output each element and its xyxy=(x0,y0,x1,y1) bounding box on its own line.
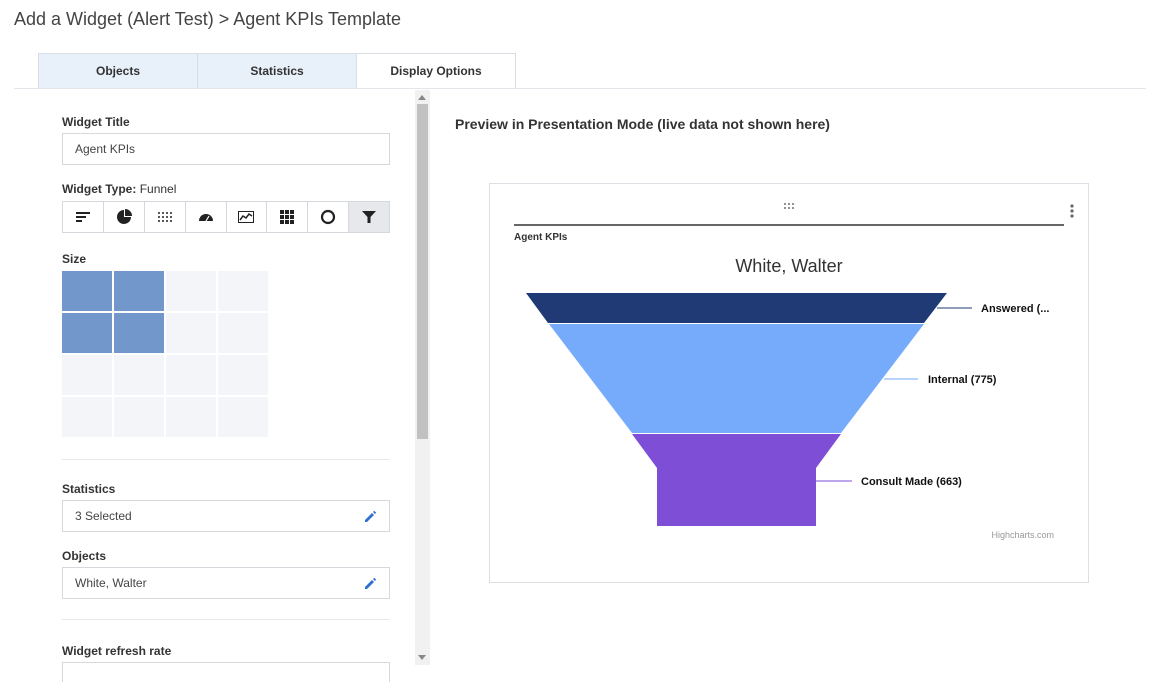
size-cell[interactable] xyxy=(218,313,268,353)
list-icon xyxy=(75,212,90,222)
pie-chart-icon xyxy=(116,209,132,224)
preview-heading: Preview in Presentation Mode (live data … xyxy=(455,116,830,132)
objects-value: White, Walter xyxy=(75,576,147,590)
size-cell[interactable] xyxy=(166,271,216,311)
statistics-label: Statistics xyxy=(62,482,116,496)
scroll-up-icon[interactable] xyxy=(418,95,426,100)
refresh-rate-field[interactable] xyxy=(62,662,390,682)
widget-type-label: Widget Type: Funnel xyxy=(62,182,176,196)
type-funnel-button[interactable] xyxy=(349,202,389,232)
size-cell[interactable] xyxy=(218,397,268,437)
funnel-chart: Agent KPIs White, Walter Answered (... In… xyxy=(514,202,1074,540)
chart-title: White, Walter xyxy=(735,256,842,276)
widget-preview-card: Agent KPIs White, Walter Answered (... In… xyxy=(489,183,1089,583)
funnel-data-label: Consult Made (663) xyxy=(861,476,962,488)
widget-type-label-text: Widget Type: xyxy=(62,182,137,196)
size-cell[interactable] xyxy=(62,313,112,353)
size-cell[interactable] xyxy=(62,271,112,311)
type-donut-button[interactable] xyxy=(308,202,350,232)
size-cell[interactable] xyxy=(218,355,268,395)
gauge-icon xyxy=(198,214,213,222)
donut-icon xyxy=(321,209,336,225)
chart-credit: Highcharts.com xyxy=(991,530,1054,540)
type-line-button[interactable] xyxy=(226,202,268,232)
size-cell[interactable] xyxy=(166,355,216,395)
size-cell[interactable] xyxy=(114,313,164,353)
widget-title-value: Agent KPIs xyxy=(75,142,136,156)
size-cell[interactable] xyxy=(62,355,112,395)
type-gauge-button[interactable] xyxy=(185,202,227,232)
widget-title-label: Widget Title xyxy=(62,115,130,129)
tab-bar: Objects Statistics Display Options xyxy=(38,53,516,88)
tab-objects[interactable]: Objects xyxy=(38,53,198,88)
funnel-data-label: Answered (... xyxy=(981,303,1049,315)
type-list-button[interactable] xyxy=(63,202,104,232)
edit-statistics-icon[interactable] xyxy=(363,510,377,524)
tab-display-options[interactable]: Display Options xyxy=(356,53,516,88)
grid-icon xyxy=(280,210,295,224)
widget-type-value: Funnel xyxy=(139,182,177,196)
size-cell[interactable] xyxy=(114,271,164,311)
objects-label: Objects xyxy=(62,549,107,563)
refresh-rate-label: Widget refresh rate xyxy=(62,644,172,658)
form-scrollbar[interactable] xyxy=(415,90,430,665)
more-options-icon[interactable] xyxy=(1070,204,1074,218)
page-title: Add a Widget (Alert Test) > Agent KPIs T… xyxy=(14,9,402,29)
objects-field[interactable]: White, Walter xyxy=(62,567,390,599)
size-cell[interactable] xyxy=(114,397,164,437)
size-label: Size xyxy=(62,252,87,266)
tab-statistics[interactable]: Statistics xyxy=(197,53,357,88)
widget-type-selector xyxy=(62,201,390,233)
tab-divider xyxy=(14,88,1146,89)
widget-title-input[interactable]: Agent KPIs xyxy=(62,133,390,165)
funnel-data-label: Internal (775) xyxy=(928,374,997,386)
size-cell[interactable] xyxy=(166,397,216,437)
scroll-thumb[interactable] xyxy=(417,104,428,439)
funnel-stage xyxy=(526,293,947,323)
size-cell[interactable] xyxy=(114,355,164,395)
type-pie-button[interactable] xyxy=(103,202,145,232)
widget-name: Agent KPIs xyxy=(514,232,568,243)
drag-handle-icon[interactable] xyxy=(783,202,795,210)
type-grid-button[interactable] xyxy=(267,202,309,232)
dot-matrix-icon xyxy=(157,212,172,222)
size-picker[interactable] xyxy=(62,271,270,439)
edit-objects-icon[interactable] xyxy=(363,577,377,591)
divider xyxy=(62,619,390,620)
statistics-value: 3 Selected xyxy=(75,509,132,523)
funnel-stage xyxy=(549,324,924,433)
size-cell[interactable] xyxy=(166,313,216,353)
funnel-icon xyxy=(362,211,377,223)
scroll-down-icon[interactable] xyxy=(418,655,426,660)
line-chart-icon xyxy=(238,211,255,223)
size-cell[interactable] xyxy=(218,271,268,311)
type-dot-matrix-button[interactable] xyxy=(144,202,186,232)
divider xyxy=(62,459,390,460)
statistics-field[interactable]: 3 Selected xyxy=(62,500,390,532)
funnel-stage xyxy=(632,434,841,526)
size-cell[interactable] xyxy=(62,397,112,437)
